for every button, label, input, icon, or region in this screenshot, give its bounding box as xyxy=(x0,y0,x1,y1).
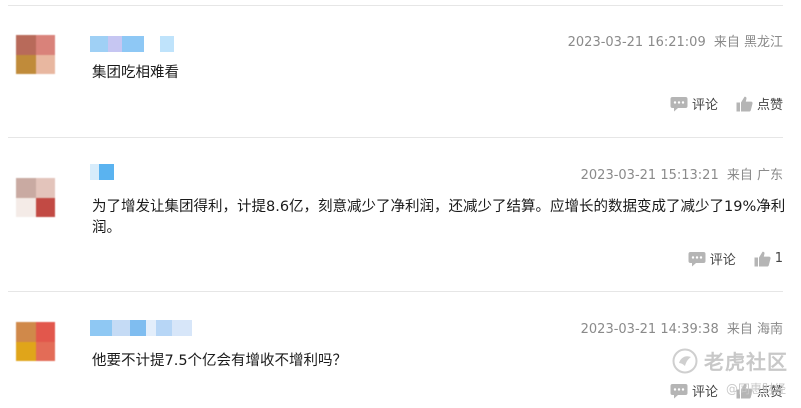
comment-bubble-icon xyxy=(670,383,688,398)
top-divider xyxy=(8,5,783,6)
like-label: 点赞 xyxy=(756,98,783,113)
comment-label: 评论 xyxy=(691,385,718,400)
comment-label: 评论 xyxy=(709,253,736,268)
avatar[interactable] xyxy=(16,322,55,361)
username-redacted[interactable] xyxy=(90,320,192,336)
comment-meta: 2023-03-21 14:39:38 来自 海南 xyxy=(581,318,783,337)
avatar[interactable] xyxy=(16,178,55,217)
comment-location: 来自 海南 xyxy=(726,322,783,337)
comment-divider xyxy=(8,291,783,292)
comment-actions: 评论 1 xyxy=(688,249,783,268)
comment-location: 来自 黑龙江 xyxy=(713,35,783,50)
watermark: 老虎社区 xyxy=(672,346,788,375)
username-redacted[interactable] xyxy=(90,36,174,52)
comment-meta: 2023-03-21 16:21:09 来自 黑龙江 xyxy=(568,31,783,50)
comment-divider xyxy=(8,137,783,138)
avatar[interactable] xyxy=(16,35,55,74)
username-redacted[interactable] xyxy=(90,164,114,180)
watermark-handle: @同惠财经 xyxy=(726,382,787,396)
like-button[interactable]: 点赞 xyxy=(736,94,783,113)
comment-time: 2023-03-21 14:39:38 xyxy=(580,322,719,337)
comment-location: 来自 广东 xyxy=(726,168,783,183)
like-button[interactable]: 1 xyxy=(754,251,783,267)
thumbs-up-icon xyxy=(736,96,753,111)
comment-button[interactable]: 评论 xyxy=(670,94,718,113)
comment-label: 评论 xyxy=(691,98,718,113)
comment-meta: 2023-03-21 15:13:21 来自 广东 xyxy=(581,164,783,183)
comment-text: 为了增发让集团得利，计提8.6亿，刻意减少了净利润，还减少了结算。应增长的数据变… xyxy=(92,199,786,236)
comment-time: 2023-03-21 15:13:21 xyxy=(580,168,719,183)
comment-bubble-icon xyxy=(688,251,706,266)
like-count: 1 xyxy=(774,251,783,266)
comment-time: 2023-03-21 16:21:09 xyxy=(567,35,706,50)
comment-actions: 评论 点赞 xyxy=(670,94,783,113)
watermark-brand: 老虎社区 xyxy=(704,350,788,374)
comment-bubble-icon xyxy=(670,96,688,111)
thumbs-up-icon xyxy=(754,251,771,266)
comment-button[interactable]: 评论 xyxy=(688,249,736,268)
comment-text: 集团吃相难看 xyxy=(92,65,179,81)
comment-button[interactable]: 评论 xyxy=(670,381,718,400)
tiger-logo-icon xyxy=(672,348,698,373)
